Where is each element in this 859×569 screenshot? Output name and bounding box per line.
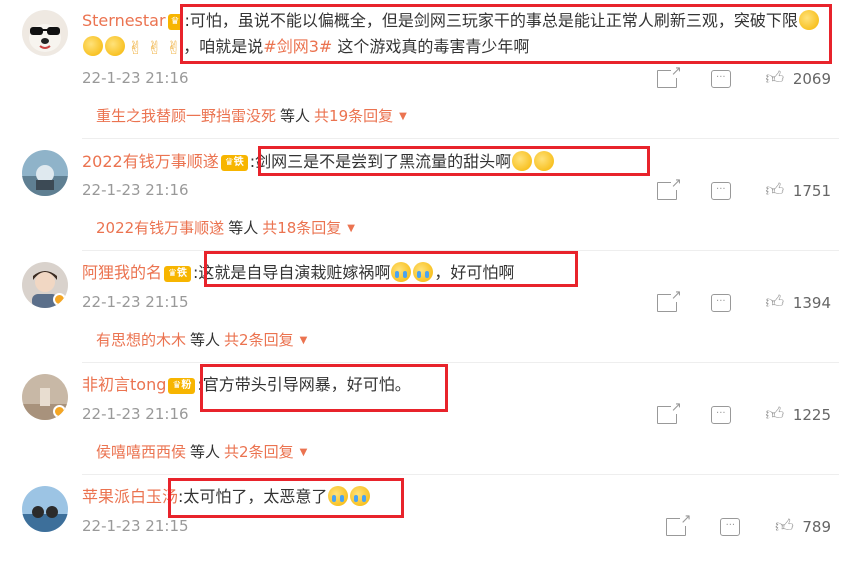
timestamp: 22-1-23 21:15 <box>82 517 189 535</box>
victory-hand-icon: ✌ <box>128 38 144 59</box>
yummy-emoji-icon <box>512 151 533 171</box>
thumbs-up-icon[interactable]: 👍︎ <box>765 294 785 312</box>
comment-icon[interactable]: ··· <box>710 70 731 88</box>
timestamp: 22-1-23 21:16 <box>82 69 189 87</box>
reply-summary[interactable]: 有思想的木木 等人 共2条回复 ▼ <box>96 329 307 350</box>
reply-summary[interactable]: 重生之我替顾一野挡雷没死 等人 共19条回复 ▼ <box>96 105 407 126</box>
comment-text-cont: 这个游戏真的毒害青少年啊 <box>332 37 530 56</box>
like-count: 1394 <box>792 294 831 312</box>
avatar[interactable] <box>22 10 68 56</box>
badge-label: 铁 <box>233 156 244 168</box>
victory-hand-icon: ✌ <box>166 38 182 59</box>
comment-text: :官方带头引导网暴，好可怕。 <box>197 375 411 394</box>
hashtag-link[interactable]: #剑网3# <box>263 37 332 56</box>
reply-etc: 等人 <box>228 219 259 237</box>
verified-badge-icon <box>53 405 66 418</box>
avatar[interactable] <box>22 486 68 532</box>
like-count: 789 <box>802 518 831 536</box>
landscape-avatar-image <box>22 150 68 196</box>
like-count: 2069 <box>792 70 831 88</box>
victory-hand-icon: ✌ <box>147 38 163 59</box>
reply-etc: 等人 <box>280 107 311 125</box>
reply-count[interactable]: 共19条回复 <box>314 107 393 125</box>
username[interactable]: 阿狸我的名 <box>82 263 162 282</box>
reply-user[interactable]: 有思想的木木 <box>96 331 186 349</box>
caret-down-icon[interactable]: ▼ <box>399 111 407 122</box>
vip-crown-icon: ♛ <box>167 13 183 30</box>
share-icon[interactable] <box>656 401 682 424</box>
avatar[interactable] <box>22 150 68 196</box>
thumbs-up-icon[interactable]: 👍︎ <box>765 182 785 200</box>
share-icon[interactable] <box>656 177 682 200</box>
username[interactable]: 苹果派白玉汤 <box>82 487 178 506</box>
reply-etc: 等人 <box>190 443 221 461</box>
comment-text: :太可怕了，太恶意了 <box>178 487 328 506</box>
vip-badge: ♛铁 <box>220 154 248 171</box>
laugh-cry-emoji-icon <box>83 36 103 56</box>
vip-badge: ♛粉 <box>168 377 196 394</box>
reply-summary[interactable]: 侯嘻嘻西西侯 等人 共2条回复 ▼ <box>96 441 307 462</box>
verified-badge-icon <box>53 293 66 306</box>
caret-down-icon[interactable]: ▼ <box>347 223 355 234</box>
reply-user[interactable]: 2022有钱万事顺遂 <box>96 219 224 237</box>
avatar[interactable] <box>22 374 68 420</box>
divider <box>82 362 839 363</box>
laugh-cry-emoji-icon <box>105 36 125 56</box>
crying-emoji-icon <box>413 262 434 282</box>
timestamp: 22-1-23 21:16 <box>82 405 189 423</box>
badge-label: 铁 <box>176 267 187 279</box>
vip-badge: ♛铁 <box>164 265 191 282</box>
reply-count[interactable]: 共2条回复 <box>224 443 294 461</box>
share-icon[interactable] <box>656 289 682 312</box>
reply-user[interactable]: 重生之我替顾一野挡雷没死 <box>96 107 276 125</box>
divider <box>82 138 839 139</box>
timestamp: 22-1-23 21:16 <box>82 181 189 199</box>
laugh-cry-emoji-icon <box>798 10 819 30</box>
username[interactable]: 2022有钱万事顺遂 <box>82 152 219 171</box>
badge-label: 粉 <box>181 379 192 391</box>
crying-emoji-icon <box>350 486 371 506</box>
comment-text-cont: ，好可怕啊 <box>434 263 515 282</box>
comment-icon[interactable]: ··· <box>710 182 731 200</box>
beach-avatar-image <box>22 486 68 532</box>
username[interactable]: 非初言tong <box>82 375 166 394</box>
timestamp: 22-1-23 21:15 <box>82 293 189 311</box>
divider <box>82 250 839 251</box>
comment-text: :剑网三是不是尝到了黑流量的甜头啊 <box>249 152 512 171</box>
thumbs-up-icon[interactable]: 👍︎ <box>765 70 785 88</box>
like-count: 1751 <box>792 182 831 200</box>
reply-count[interactable]: 共18条回复 <box>262 219 341 237</box>
comment-icon[interactable]: ··· <box>720 518 741 536</box>
comment-text-cont: ，咱就是说 <box>183 37 264 56</box>
username[interactable]: Sternestar <box>82 11 166 30</box>
divider <box>82 474 839 475</box>
comment-text: :这就是自导自演栽赃嫁祸啊 <box>192 263 391 282</box>
dog-sunglasses-avatar-image <box>22 10 68 56</box>
share-icon[interactable] <box>666 513 692 536</box>
crying-emoji-icon <box>391 262 412 282</box>
caret-down-icon[interactable]: ▼ <box>300 447 308 458</box>
crying-emoji-icon <box>328 486 349 506</box>
thumbs-up-icon[interactable]: 👍︎ <box>774 518 794 536</box>
reply-count[interactable]: 共2条回复 <box>224 331 294 349</box>
reply-etc: 等人 <box>190 331 221 349</box>
thumbs-up-icon[interactable]: 👍︎ <box>765 406 785 424</box>
comment-icon[interactable]: ··· <box>710 406 731 424</box>
comment-icon[interactable]: ··· <box>710 294 731 312</box>
avatar[interactable] <box>22 262 68 308</box>
like-count: 1225 <box>792 406 831 424</box>
reply-user[interactable]: 侯嘻嘻西西侯 <box>96 443 186 461</box>
yummy-emoji-icon <box>534 151 555 171</box>
share-icon[interactable] <box>656 65 682 88</box>
caret-down-icon[interactable]: ▼ <box>300 335 308 346</box>
reply-summary[interactable]: 2022有钱万事顺遂 等人 共18条回复 ▼ <box>96 217 355 238</box>
comment-text: :可怕，虽说不能以偏概全，但是剑网三玩家干的事总是能让正常人刷新三观，突破下限 <box>184 11 798 30</box>
